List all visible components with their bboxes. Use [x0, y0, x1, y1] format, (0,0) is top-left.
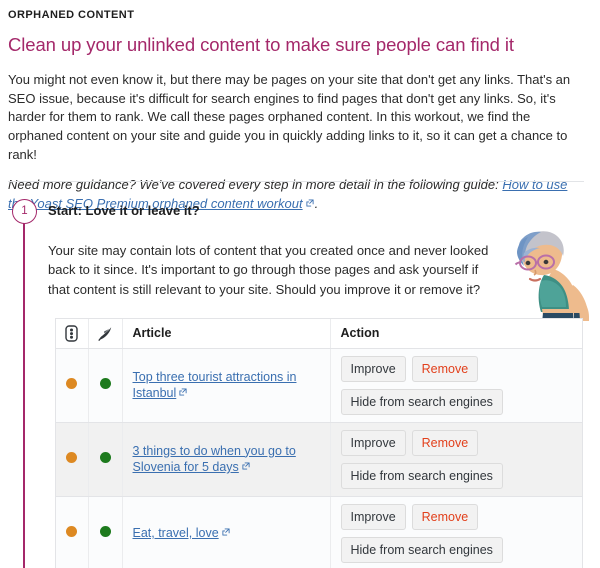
- hide-from-search-engines-button[interactable]: Hide from search engines: [340, 536, 503, 563]
- readability-score-dot-green: [99, 452, 111, 463]
- guidance-prefix: Need more guidance? We've covered every …: [8, 177, 503, 193]
- action-button-group: Improve Remove Hide from search engines: [340, 355, 573, 415]
- hide-from-search-engines-button[interactable]: Hide from search engines: [340, 388, 503, 415]
- cell-article: 3 things to do when you go to Slovenia f…: [122, 422, 331, 497]
- step-number-badge: 1: [12, 199, 37, 224]
- article-link[interactable]: Eat, travel, love: [133, 526, 219, 540]
- action-button-group: Improve Remove Hide from search engines: [340, 503, 573, 563]
- external-link-icon: [179, 388, 187, 396]
- cell-article: Top three tourist attractions in Istanbu…: [122, 348, 331, 423]
- seo-score-dot-orange: [66, 452, 78, 463]
- guidance-suffix: .: [314, 195, 319, 211]
- orphaned-content-table: Article Action Top three tourist attract…: [56, 319, 582, 568]
- table-row: 3 things to do when you go to Slovenia f…: [56, 422, 582, 497]
- orphaned-content-workout-page: ORPHANED CONTENT Clean up your unlinked …: [0, 0, 600, 568]
- remove-button[interactable]: Remove: [411, 429, 479, 456]
- column-header-seo-score: [56, 319, 89, 349]
- hide-from-search-engines-button[interactable]: Hide from search engines: [340, 462, 503, 489]
- feather-icon: [97, 325, 113, 342]
- seo-score-dot-orange: [66, 526, 78, 537]
- column-header-action: Action: [330, 319, 582, 349]
- action-button-group: Improve Remove Hide from search engines: [340, 429, 573, 489]
- seo-score-dot-orange: [66, 378, 78, 389]
- cell-seo-score: [56, 496, 89, 568]
- cell-readability-score: [88, 422, 123, 497]
- table-row: Eat, travel, love Improve Remove Hide fr…: [56, 496, 582, 568]
- table-row: Top three tourist attractions in Istanbu…: [56, 348, 582, 423]
- page-title: Clean up your unlinked content to make s…: [8, 34, 514, 55]
- table-head: Article Action: [56, 319, 582, 349]
- column-header-readability-score: [88, 319, 123, 349]
- step-progress-rail: [23, 217, 25, 568]
- traffic-light-icon: [65, 325, 78, 342]
- improve-button[interactable]: Improve: [340, 355, 406, 382]
- orphaned-content-table-container: Article Action Top three tourist attract…: [55, 318, 583, 568]
- cell-readability-score: [88, 348, 123, 423]
- table-header-row: Article Action: [56, 319, 582, 349]
- remove-button[interactable]: Remove: [411, 503, 479, 530]
- readability-score-dot-green: [99, 526, 111, 537]
- cell-actions: Improve Remove Hide from search engines: [330, 496, 582, 568]
- intro-paragraph: You might not even know it, but there ma…: [8, 72, 571, 162]
- step-body-text: Your site may contain lots of content th…: [48, 243, 489, 297]
- cell-article: Eat, travel, love: [122, 496, 331, 568]
- table-body: Top three tourist attractions in Istanbu…: [56, 348, 582, 568]
- article-link[interactable]: 3 things to do when you go to Slovenia f…: [133, 444, 296, 475]
- improve-button[interactable]: Improve: [340, 503, 406, 530]
- cell-actions: Improve Remove Hide from search engines: [330, 348, 582, 423]
- readability-score-dot-green: [99, 378, 111, 389]
- external-link-icon: [222, 528, 230, 536]
- page-eyebrow: ORPHANED CONTENT: [8, 9, 135, 21]
- step-title: Start: Love it or leave it?: [48, 203, 200, 218]
- improve-button[interactable]: Improve: [340, 429, 406, 456]
- column-header-article: Article: [122, 319, 331, 349]
- section-divider: [8, 181, 584, 182]
- external-link-icon: [242, 462, 250, 470]
- external-link-icon: [306, 199, 314, 207]
- article-link[interactable]: Top three tourist attractions in Istanbu…: [133, 370, 297, 401]
- cell-actions: Improve Remove Hide from search engines: [330, 422, 582, 497]
- remove-button[interactable]: Remove: [411, 355, 479, 382]
- cell-seo-score: [56, 348, 89, 423]
- cell-seo-score: [56, 422, 89, 497]
- cell-readability-score: [88, 496, 123, 568]
- workout-person-illustration: [497, 225, 593, 321]
